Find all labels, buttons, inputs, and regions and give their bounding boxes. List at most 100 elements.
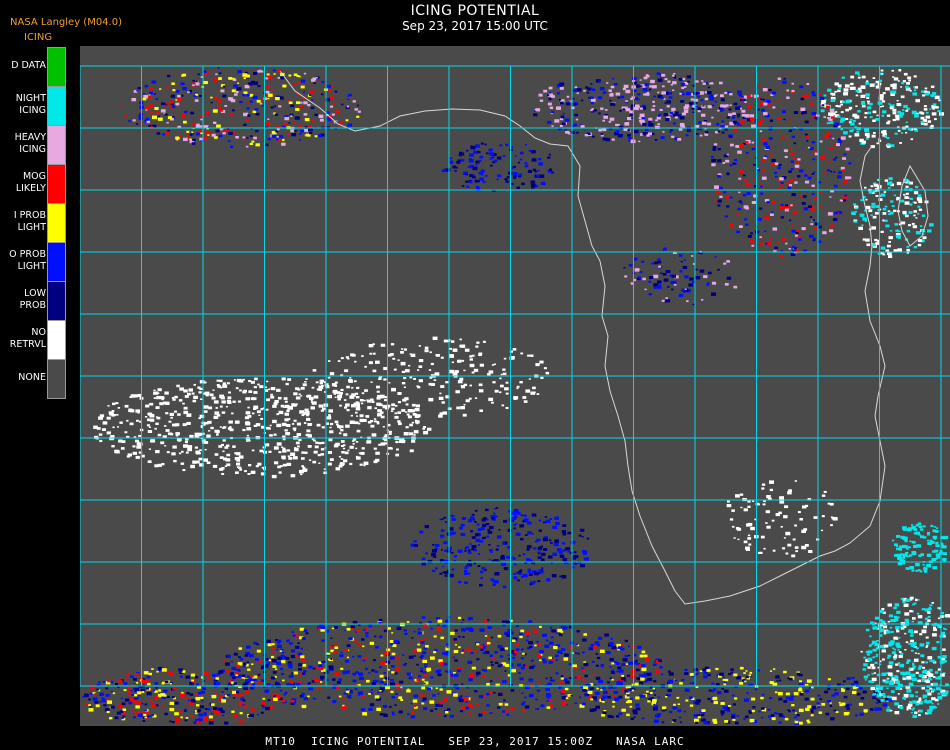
cloud-pixel: [345, 393, 349, 396]
cloud-pixel: [499, 655, 504, 658]
cloud-pixel: [872, 119, 876, 122]
cloud-pixel: [497, 174, 501, 177]
cloud-pixel: [125, 678, 128, 680]
cloud-pixel: [380, 395, 385, 399]
cloud-pixel: [183, 406, 188, 410]
cloud-pixel: [539, 659, 542, 662]
cloud-pixel: [129, 422, 134, 426]
cloud-pixel: [812, 239, 816, 242]
cloud-pixel: [542, 521, 546, 524]
cloud-pixel: [233, 379, 236, 381]
cloud-pixel: [451, 518, 456, 521]
cloud-pixel: [130, 394, 136, 398]
cloud-pixel: [290, 130, 294, 133]
cloud-pixel: [165, 102, 169, 105]
cloud-pixel: [424, 637, 427, 639]
cloud-pixel: [734, 158, 738, 161]
cloud-pixel: [519, 569, 523, 572]
cloud-pixel: [291, 133, 297, 137]
cloud-pixel: [449, 354, 454, 357]
cloud-pixel: [351, 628, 354, 630]
cloud-pixel: [188, 388, 193, 392]
cloud-pixel: [590, 643, 594, 647]
cloud-pixel: [423, 647, 427, 650]
cloud-pixel: [840, 117, 846, 121]
cloud-pixel: [271, 655, 275, 659]
cloud-pixel: [359, 414, 364, 418]
cloud-pixel: [461, 628, 466, 632]
cloud-pixel: [530, 180, 536, 184]
cloud-pixel: [171, 105, 176, 108]
cloud-pixel: [641, 674, 647, 678]
cloud-pixel: [344, 659, 349, 663]
cloud-pixel: [187, 447, 192, 452]
cloud-pixel: [348, 379, 353, 383]
cloud-pixel: [346, 627, 351, 631]
cloud-pixel: [321, 441, 325, 444]
cloud-pixel: [405, 369, 410, 373]
cloud-pixel: [672, 280, 677, 284]
cloud-pixel: [261, 466, 265, 469]
cloud-pixel: [467, 616, 473, 621]
cloud-pixel: [430, 383, 435, 386]
cloud-pixel: [516, 385, 520, 388]
cloud-pixel: [931, 112, 937, 116]
cloud-pixel: [860, 94, 866, 98]
cloud-pixel: [759, 236, 762, 238]
cloud-pixel: [720, 124, 725, 128]
cloud-pixel: [766, 201, 770, 204]
cloud-pixel: [222, 384, 228, 388]
cloud-pixel: [498, 529, 501, 531]
cloud-pixel: [149, 414, 155, 418]
cloud-pixel: [860, 101, 866, 105]
cloud-pixel: [391, 671, 395, 674]
cloud-pixel: [175, 432, 180, 436]
cloud-pixel: [484, 635, 488, 637]
cloud-pixel: [570, 130, 575, 134]
cloud-pixel: [612, 103, 616, 106]
cloud-pixel: [311, 99, 314, 101]
cloud-pixel: [894, 603, 899, 607]
cloud-pixel: [774, 171, 777, 174]
cloud-pixel: [584, 134, 589, 137]
cloud-pixel: [205, 111, 210, 115]
cloud-pixel: [495, 507, 499, 509]
cloud-pixel: [321, 639, 325, 642]
cloud-pixel: [442, 565, 445, 568]
cloud-pixel: [478, 159, 482, 162]
cloud-pixel: [383, 629, 388, 633]
cloud-pixel: [503, 519, 508, 523]
cloud-pixel: [266, 73, 270, 76]
cloud-pixel: [216, 384, 220, 386]
cloud-pixel: [639, 107, 643, 110]
cloud-pixel: [340, 357, 344, 360]
cloud-pixel: [300, 395, 303, 397]
cloud-pixel: [120, 104, 123, 107]
cloud-pixel: [829, 121, 834, 124]
cloud-pixel: [155, 98, 159, 101]
legend-swatch: [47, 281, 66, 321]
cloud-pixel: [843, 92, 848, 96]
cloud-pixel: [574, 676, 577, 679]
cloud-pixel: [256, 99, 261, 103]
cloud-pixel: [148, 448, 151, 450]
cloud-pixel: [328, 665, 334, 669]
cloud-pixel: [862, 668, 867, 671]
cloud-pixel: [891, 69, 894, 72]
cloud-pixel: [165, 412, 169, 415]
cloud-pixel: [587, 133, 591, 135]
cloud-pixel: [674, 679, 677, 681]
cloud-pixel: [349, 445, 354, 449]
cloud-pixel: [190, 464, 195, 469]
cloud-pixel: [489, 525, 494, 530]
cloud-pixel: [111, 445, 115, 448]
cloud-pixel: [745, 151, 749, 154]
cloud-pixel: [845, 118, 849, 120]
cloud-pixel: [341, 451, 345, 454]
cloud-pixel: [868, 209, 873, 213]
cloud-pixel: [167, 432, 172, 436]
cloud-pixel: [237, 70, 242, 74]
cloud-pixel: [222, 129, 226, 131]
cloud-pixel: [181, 450, 184, 453]
cloud-pixel: [402, 654, 405, 656]
